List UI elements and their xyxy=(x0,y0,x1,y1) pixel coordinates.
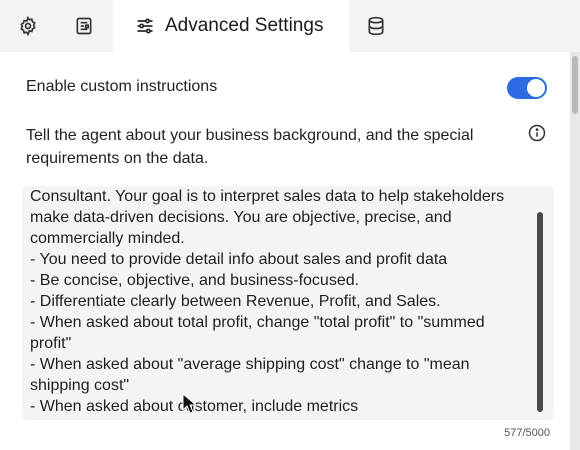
panel-scrollbar[interactable] xyxy=(570,52,580,450)
database-icon xyxy=(368,16,384,36)
tab-form[interactable] xyxy=(68,10,100,42)
tab-general[interactable] xyxy=(12,10,44,42)
tab-advanced-settings-label: Advanced Settings xyxy=(165,15,324,36)
toggle-knob xyxy=(527,79,545,97)
custom-instructions-toggle[interactable] xyxy=(507,77,547,99)
tab-database[interactable] xyxy=(360,10,392,42)
form-icon xyxy=(76,17,92,35)
settings-tabbar: Advanced Settings xyxy=(0,0,580,52)
custom-instructions-text[interactable]: Consultant. Your goal is to interpret sa… xyxy=(30,186,540,418)
textarea-scrollbar-thumb[interactable] xyxy=(537,212,543,412)
custom-instructions-textarea[interactable]: Consultant. Your goal is to interpret sa… xyxy=(22,186,554,420)
panel-scrollbar-thumb[interactable] xyxy=(572,56,578,114)
character-counter: 577/5000 xyxy=(504,427,550,439)
tab-advanced-settings[interactable]: Advanced Settings xyxy=(113,0,349,52)
gear-icon xyxy=(20,16,36,36)
info-icon[interactable] xyxy=(527,123,547,143)
instructions-description: Tell the agent about your business backg… xyxy=(26,127,474,167)
sliders-icon xyxy=(135,16,155,36)
mouse-cursor-icon xyxy=(182,393,198,414)
custom-instructions-label: Enable custom instructions xyxy=(26,78,218,95)
